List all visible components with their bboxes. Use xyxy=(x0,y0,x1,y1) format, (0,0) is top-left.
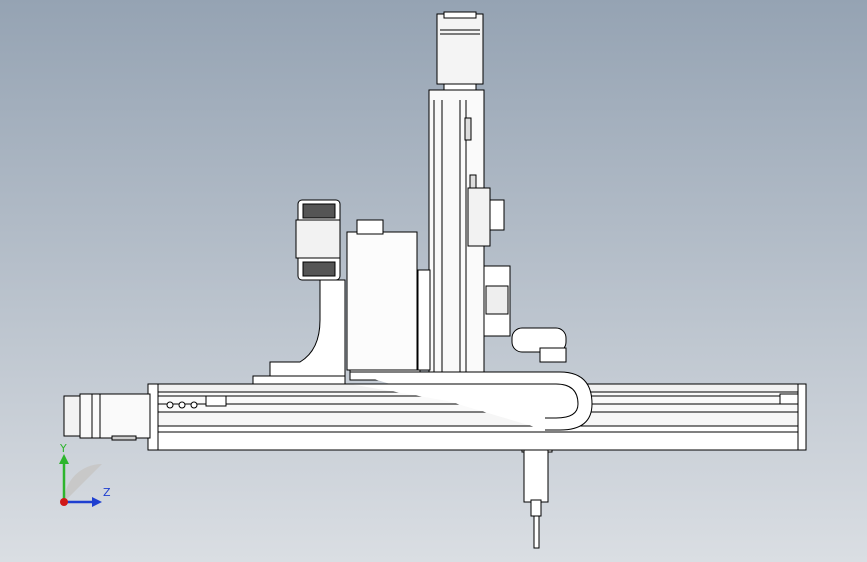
cad-viewport[interactable]: Y Z xyxy=(0,0,867,562)
vertical-axis[interactable] xyxy=(417,11,511,409)
coordinate-triad xyxy=(59,454,102,507)
triad-z-label: Z xyxy=(103,486,111,499)
end-motor[interactable] xyxy=(63,393,151,441)
left-mount[interactable] xyxy=(252,199,346,409)
motor-box[interactable] xyxy=(346,219,421,381)
triad-y-label: Y xyxy=(60,442,67,455)
